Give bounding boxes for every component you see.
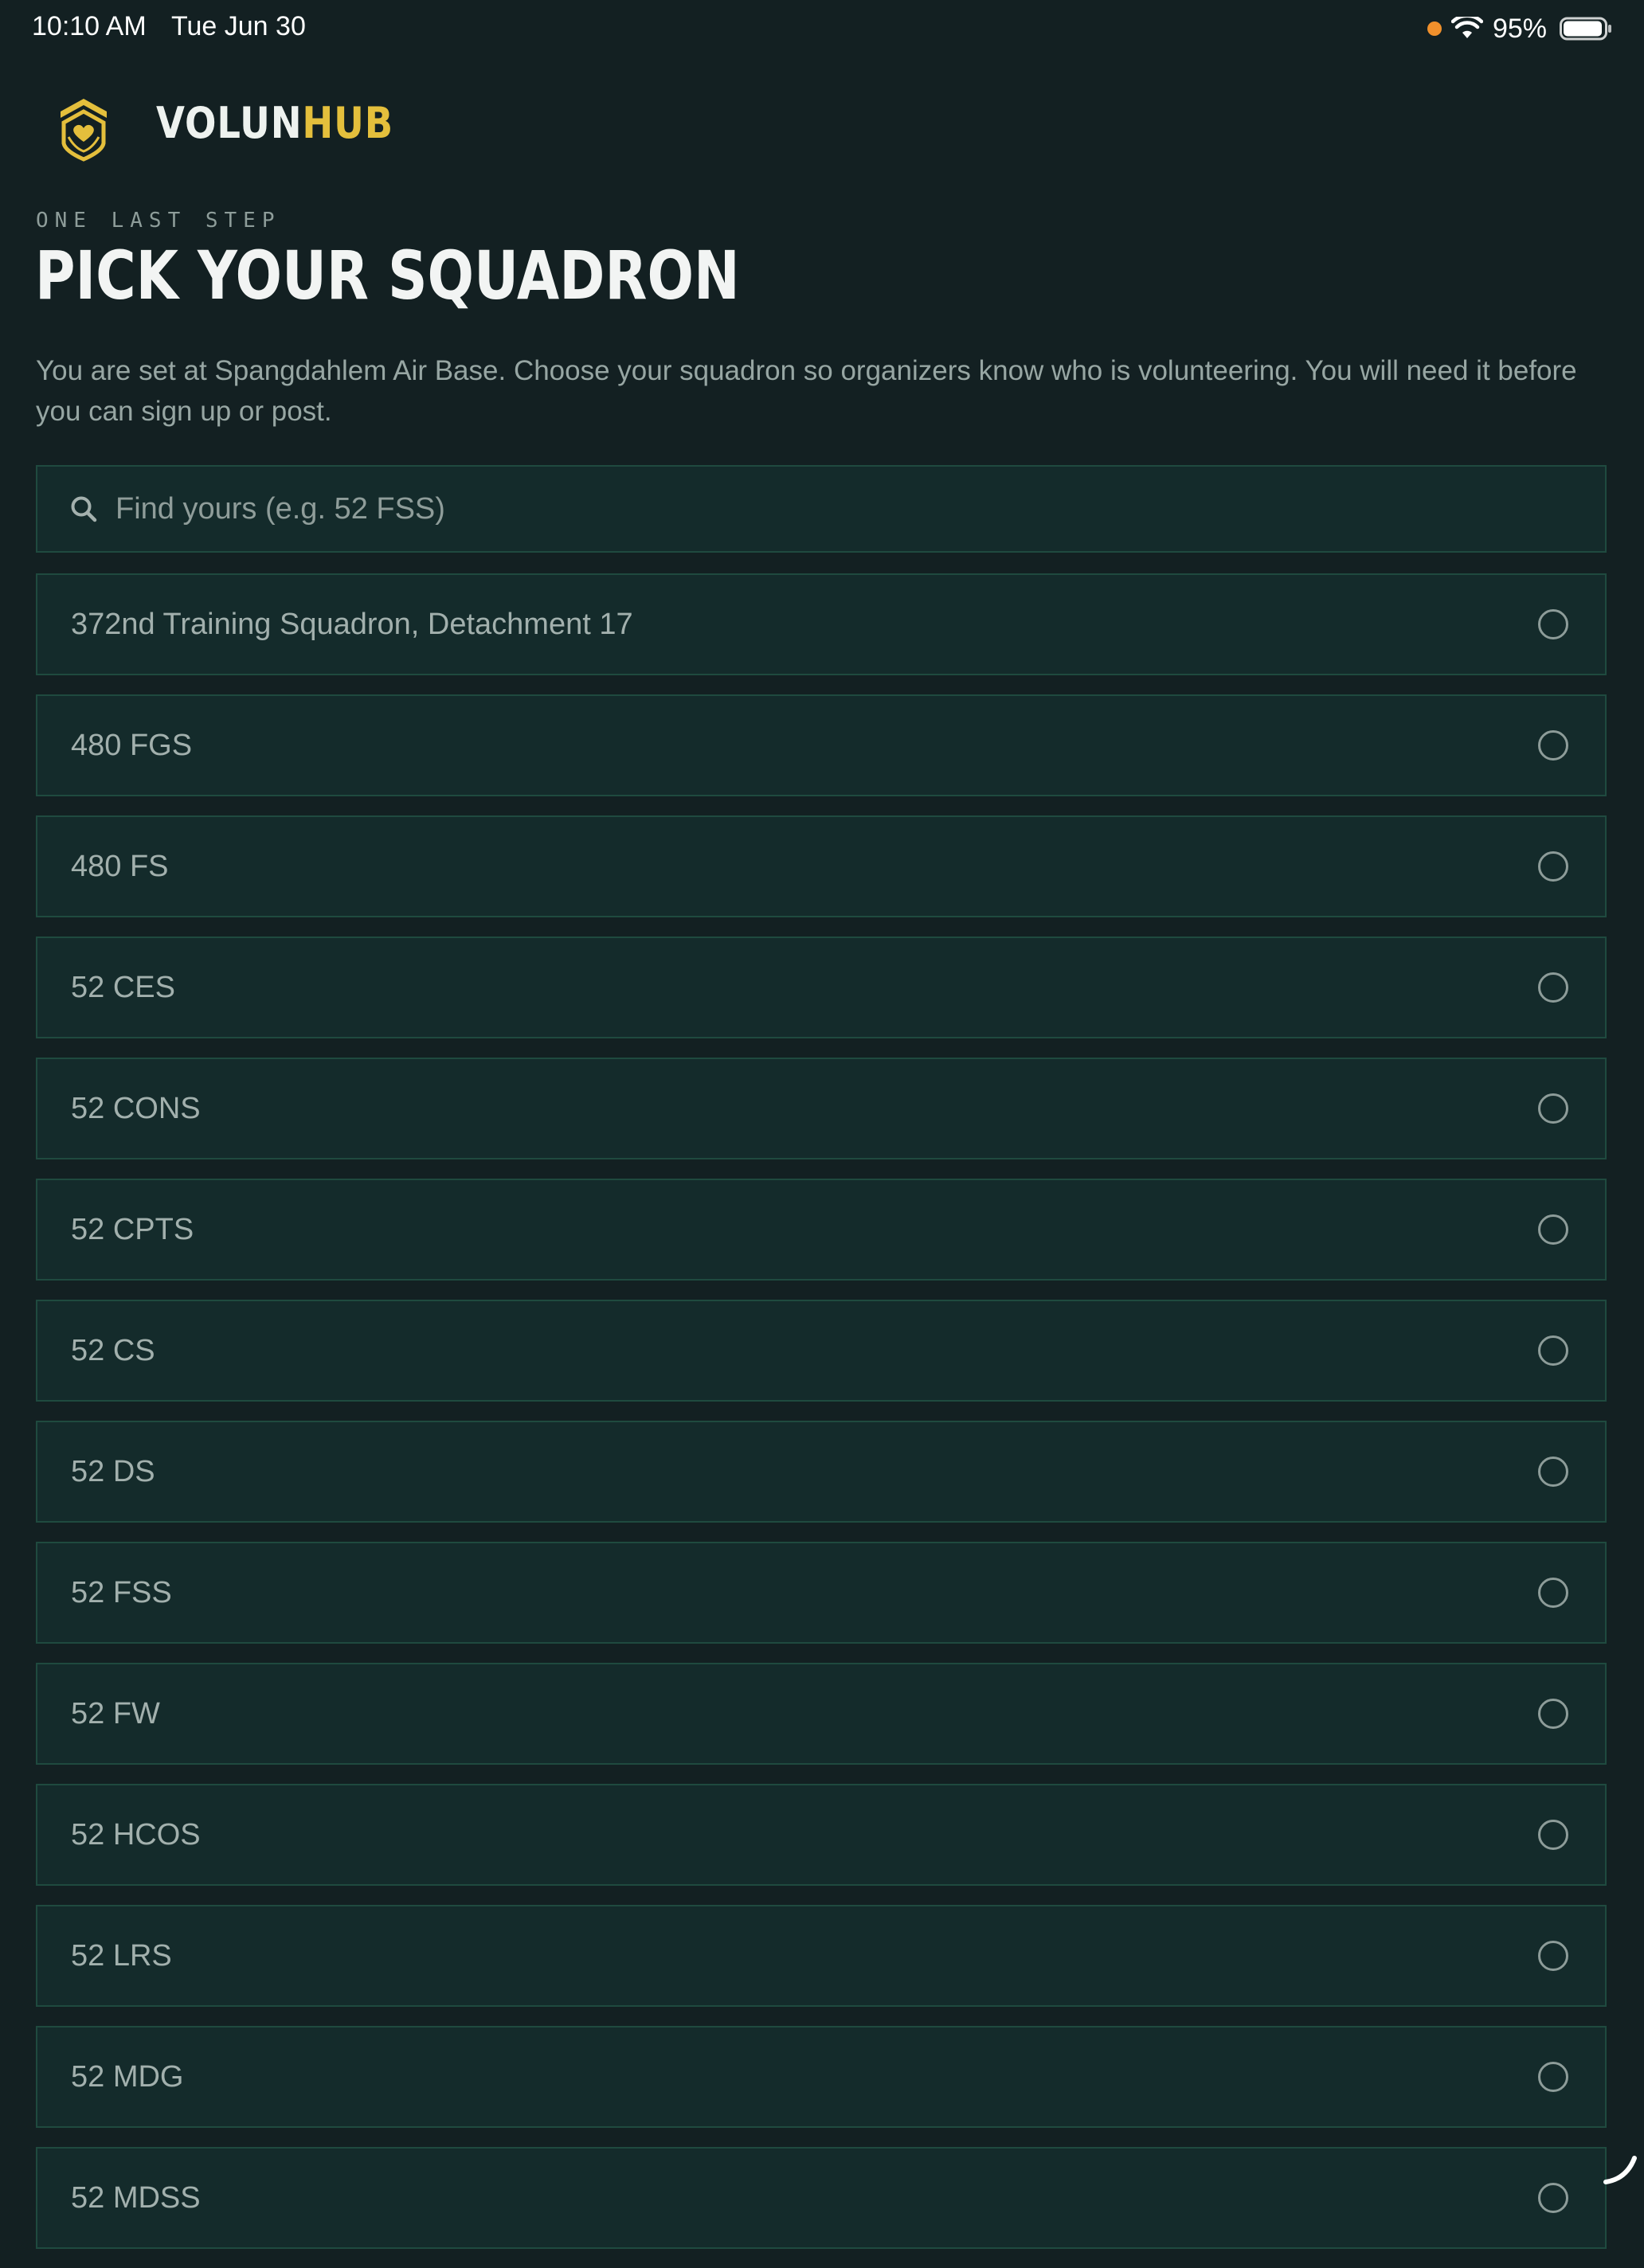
squadron-option-label: 52 CES [71,970,175,1004]
squadron-option-label: 52 CPTS [71,1212,194,1246]
radio-circle-icon[interactable] [1538,851,1568,882]
squadron-option[interactable]: 52 MDG [36,2026,1607,2128]
squadron-option[interactable]: 52 CONS [36,1058,1607,1159]
status-time: 10:10 AM [32,11,147,41]
squadron-list: 372nd Training Squadron, Detachment 17 48… [36,573,1607,2268]
squadron-option[interactable]: 480 FS [36,815,1607,917]
squadron-option-label: 52 LRS [71,1938,172,1973]
squadron-option[interactable]: 52 CES [36,937,1607,1038]
squadron-option-label: 52 DS [71,1454,155,1488]
status-indicators: 95% [1427,11,1612,46]
radio-circle-icon[interactable] [1538,1699,1568,1729]
search-input[interactable] [115,467,1605,551]
status-bar: 10:10 AM Tue Jun 30 95% [0,0,1644,59]
recording-dot-icon [1427,22,1442,36]
step-kicker: ONE LAST STEP [36,209,281,233]
wifi-icon [1450,17,1483,38]
brand-part-hub: HUB [302,98,393,148]
radio-circle-icon[interactable] [1538,1214,1568,1245]
status-date: Tue Jun 30 [171,11,306,41]
radio-circle-icon[interactable] [1538,2183,1568,2213]
squadron-option-label: 52 HCOS [71,1817,201,1852]
squadron-option-label: 52 FSS [71,1575,172,1609]
squadron-option[interactable]: 52 FSS [36,1542,1607,1644]
brand-part-volun: VOLUN [156,98,303,148]
squadron-option[interactable]: 52 DS [36,1421,1607,1523]
radio-circle-icon[interactable] [1538,609,1568,639]
squadron-option-label: 372nd Training Squadron, Detachment 17 [71,607,633,641]
squadron-option-label: 480 FGS [71,728,193,762]
squadron-option[interactable]: 480 FGS [36,694,1607,796]
battery-icon [1560,17,1611,41]
squadron-option-label: 480 FS [71,849,169,883]
brand-wordmark: VOLUNHUB [156,96,393,151]
radio-circle-icon[interactable] [1538,1457,1568,1487]
squadron-option[interactable]: 52 MDSS [36,2147,1607,2249]
squadron-option[interactable]: 52 CS [36,1300,1607,1402]
squadron-option[interactable]: 52 HCOS [36,1784,1607,1886]
radio-circle-icon[interactable] [1538,1335,1568,1366]
squadron-option[interactable]: 52 LRS [36,1905,1607,2007]
scroll-indicator-icon [1603,2156,1637,2184]
shield-heart-icon [61,99,107,162]
squadron-option-label: 52 CONS [71,1091,201,1125]
radio-circle-icon[interactable] [1538,1820,1568,1850]
radio-circle-icon[interactable] [1538,1941,1568,1971]
battery-percent: 95% [1492,13,1547,44]
search-icon [71,496,97,522]
page-title: PICK YOUR SQUADRON [35,237,740,315]
radio-circle-icon[interactable] [1538,730,1568,761]
squadron-option-label: 52 FW [71,1696,160,1730]
squadron-option[interactable]: 52 FW [36,1663,1607,1765]
squadron-option-label: 52 CS [71,1333,155,1367]
radio-circle-icon[interactable] [1538,1093,1568,1124]
radio-circle-icon[interactable] [1538,2062,1568,2092]
radio-circle-icon[interactable] [1538,972,1568,1003]
squadron-option-label: 52 MDSS [71,2180,201,2215]
squadron-option[interactable]: 372nd Training Squadron, Detachment 17 [36,573,1607,675]
squadron-option[interactable]: 52 CPTS [36,1179,1607,1281]
radio-circle-icon[interactable] [1538,1578,1568,1608]
squadron-option-label: 52 MDG [71,2059,184,2094]
search-box[interactable] [36,465,1607,553]
intro-text: You are set at Spangdahlem Air Base. Cho… [36,355,1577,427]
